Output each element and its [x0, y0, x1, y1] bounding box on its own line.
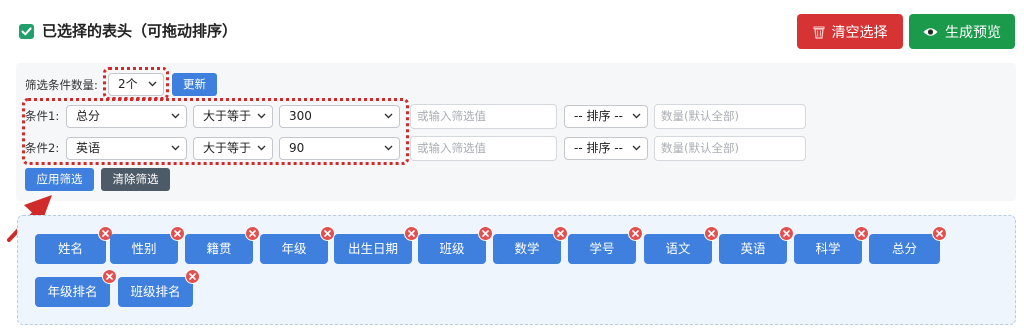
column-tag[interactable]: 籍贯: [185, 226, 260, 264]
column-tag-label: 年级: [281, 241, 307, 256]
column-tag-label: 籍贯: [206, 241, 232, 256]
close-icon[interactable]: [628, 226, 643, 241]
column-tag-label: 科学: [815, 241, 841, 256]
column-tag[interactable]: 科学: [794, 226, 869, 264]
column-tag-label: 语文: [665, 241, 691, 256]
column-tag[interactable]: 语文: [644, 226, 719, 264]
column-tag[interactable]: 班级排名: [118, 269, 200, 307]
column-tag[interactable]: 数学: [493, 226, 568, 264]
column-tag[interactable]: 年级排名: [35, 269, 117, 307]
column-tag[interactable]: 出生日期: [334, 226, 419, 264]
column-tag-label: 性别: [131, 241, 157, 256]
close-icon[interactable]: [170, 226, 185, 241]
close-icon[interactable]: [932, 226, 947, 241]
close-icon[interactable]: [245, 226, 260, 241]
column-tag[interactable]: 总分: [869, 226, 947, 264]
column-tag[interactable]: 姓名: [35, 226, 113, 264]
close-icon[interactable]: [404, 226, 419, 241]
column-tag[interactable]: 英语: [719, 226, 794, 264]
column-tag-label: 出生日期: [347, 241, 398, 256]
column-tag[interactable]: 年级: [260, 226, 335, 264]
column-tag-label: 英语: [740, 241, 766, 256]
close-icon[interactable]: [704, 226, 719, 241]
close-icon[interactable]: [185, 269, 200, 284]
column-tag-label: 班级排名: [130, 284, 181, 299]
close-icon[interactable]: [102, 269, 117, 284]
close-icon[interactable]: [553, 226, 568, 241]
column-tag[interactable]: 学号: [568, 226, 643, 264]
column-tag-label: 班级: [439, 241, 465, 256]
column-tag-label: 数学: [514, 241, 540, 256]
close-icon[interactable]: [779, 226, 794, 241]
column-tag-label: 学号: [589, 241, 615, 256]
column-tag[interactable]: 班级: [418, 226, 493, 264]
close-icon[interactable]: [854, 226, 869, 241]
close-icon[interactable]: [478, 226, 493, 241]
column-tag-label: 年级排名: [47, 284, 98, 299]
column-tag[interactable]: 性别: [110, 226, 185, 264]
close-icon[interactable]: [320, 226, 335, 241]
column-tag-label: 总分: [891, 241, 917, 256]
column-tag-label: 姓名: [57, 241, 83, 256]
